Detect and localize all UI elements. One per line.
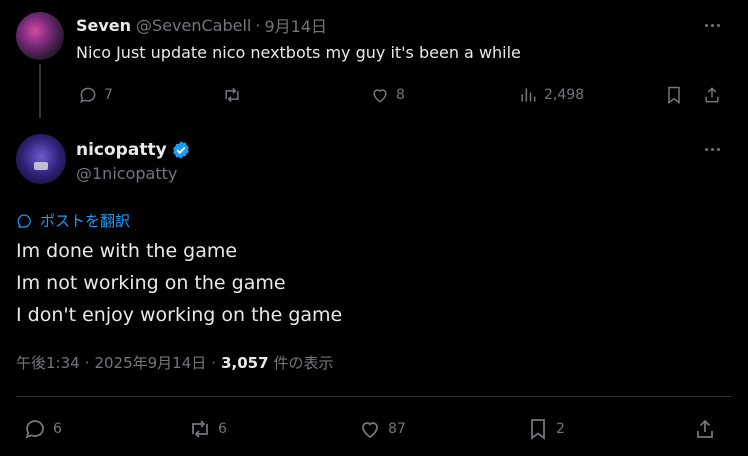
divider — [16, 396, 732, 397]
reply-share-button[interactable] — [702, 85, 722, 105]
post-time[interactable]: 午後1:34 — [16, 352, 80, 373]
post-like-count: 87 — [388, 421, 406, 437]
post-date[interactable]: 2025年9月14日 — [94, 352, 206, 373]
post-text-line-3: I don't enjoy working on the game — [16, 304, 343, 326]
post-view-label: 件の表示 — [273, 354, 334, 372]
post-share-button[interactable] — [693, 417, 717, 441]
post-reply-count: 6 — [53, 421, 62, 437]
post-author-name[interactable]: nicopatty — [76, 140, 167, 160]
post-more-icon[interactable] — [700, 139, 724, 159]
reply-author-name[interactable]: Seven — [76, 16, 131, 35]
post-meta-separator-1: · — [84, 353, 90, 372]
post-reply-button[interactable]: 6 — [23, 417, 62, 441]
like-icon — [373, 89, 387, 103]
reply-author-handle[interactable]: @SevenCabell — [136, 16, 251, 35]
reply-repost-button[interactable] — [222, 85, 248, 105]
reply-date[interactable]: 9月14日 — [264, 13, 327, 37]
reply-bookmark-button[interactable] — [664, 85, 684, 105]
post-author-name-row: nicopatty — [76, 139, 191, 161]
verified-badge-icon[interactable] — [171, 140, 191, 160]
post-view-count: 3,057 — [221, 353, 269, 372]
bookmark-icon — [531, 419, 545, 440]
repost-icon — [192, 420, 208, 438]
reply-author-avatar[interactable] — [16, 12, 64, 60]
bookmark-icon — [668, 86, 680, 104]
reply-like-count: 8 — [396, 87, 405, 103]
reply-icon — [25, 420, 44, 439]
translate-post-label: ポストを翻訳 — [40, 212, 131, 230]
post-like-button[interactable]: 87 — [358, 417, 406, 441]
repost-icon — [225, 87, 239, 103]
post-bookmark-button[interactable]: 2 — [526, 417, 565, 441]
reply-more-icon[interactable] — [700, 15, 724, 35]
reply-views-count: 2,498 — [544, 87, 585, 103]
post-meta-separator-2: · — [211, 353, 217, 372]
like-icon — [362, 422, 378, 439]
reply-reply-count: 7 — [104, 87, 113, 103]
translate-post-link[interactable]: ポストを翻訳 — [16, 210, 130, 231]
post-meta: 午後1:34 · 2025年9月14日 · 3,057 件の表示 — [16, 352, 334, 373]
reply-separator: · — [255, 15, 261, 35]
thread-connector-line — [39, 64, 41, 118]
post-text-line-1: Im done with the game — [16, 240, 238, 262]
views-icon — [521, 88, 536, 102]
translate-icon — [17, 213, 31, 228]
post-text-line-2: Im not working on the game — [16, 272, 286, 294]
reply-text: Nico Just update nico nextbots my guy it… — [76, 43, 521, 62]
post-repost-button[interactable]: 6 — [188, 417, 227, 441]
reply-like-button[interactable]: 8 — [370, 85, 405, 105]
share-icon — [697, 419, 713, 438]
reply-header: Seven @SevenCabell · 9月14日 — [76, 13, 327, 37]
share-icon — [705, 87, 719, 103]
reply-icon — [80, 87, 96, 103]
reply-views-button[interactable]: 2,498 — [518, 85, 584, 105]
post-bookmark-count: 2 — [556, 421, 565, 437]
post-author-avatar[interactable] — [16, 134, 66, 184]
reply-reply-button[interactable]: 7 — [78, 85, 113, 105]
post-repost-count: 6 — [218, 421, 227, 437]
post-author-handle[interactable]: @1nicopatty — [76, 164, 177, 183]
